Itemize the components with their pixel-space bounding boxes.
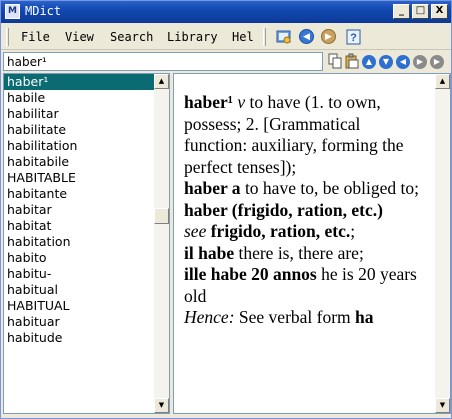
see-end: ; [350,221,356,241]
help-icon[interactable]: ? [345,28,363,46]
title-bar[interactable]: M MDict _ □ X [1,1,451,23]
word-list-item[interactable]: haber¹ [4,74,154,90]
menu-help[interactable]: Hel [232,30,256,44]
word-list-item[interactable]: habitual [4,282,154,298]
maximize-button[interactable]: □ [412,4,429,19]
menu-grip[interactable] [6,28,9,46]
phrase-haber-a: haber a [184,178,241,198]
phrase-haber-a-meaning: to have to, be obliged to; [240,178,419,198]
phrase-ille-habe: ille habe 20 annos [184,264,317,284]
search-input[interactable] [3,52,323,71]
word-list-item[interactable]: HABITABLE [4,170,154,186]
hence-label: Hence: [184,307,235,327]
toolbar-grip[interactable] [263,28,266,46]
word-list-item[interactable]: habitante [4,186,154,202]
defn-scroll-down-arrow-icon[interactable]: ▼ [435,398,450,413]
app-icon: M [5,4,20,19]
defn-scroll-up-arrow-icon[interactable]: ▲ [435,74,450,89]
mdict-window: M MDict _ □ X File View Search Library H… [0,0,452,419]
scroll-thumb[interactable] [154,208,169,224]
up-icon[interactable]: ▲ [362,55,376,69]
see-link[interactable]: frigido, ration, etc. [211,221,350,241]
next-icon[interactable]: ▶ [413,55,427,69]
word-list: haber¹ habile habilitar habilitate habilitat… [4,74,154,346]
word-list-item[interactable]: habitu- [4,266,154,282]
back-icon[interactable]: ◀ [299,29,314,44]
phrase-il-habe: il habe [184,242,235,263]
scroll-up-arrow-icon[interactable]: ▲ [154,74,169,89]
word-list-item[interactable]: habitat [4,218,154,234]
see-label: see [184,221,207,241]
prev-icon[interactable]: ◀ [396,55,410,69]
scroll-down-arrow-icon[interactable]: ▼ [154,398,169,413]
close-button[interactable]: X [431,4,448,19]
word-list-item[interactable]: habilitation [4,138,154,154]
word-list-item[interactable]: HABITUAL [4,298,154,314]
menu-view[interactable]: View [65,30,94,44]
word-list-item[interactable]: habitar [4,202,154,218]
word-list-panel: haber¹ habile habilitar habilitate habilitat… [3,73,170,414]
dictionary-icon[interactable] [275,28,293,46]
word-list-item[interactable]: habilitar [4,106,154,122]
word-list-scrollbar[interactable]: ▲ ▼ [154,74,169,413]
word-list-item[interactable]: habile [4,90,154,106]
word-list-item[interactable]: habitation [4,234,154,250]
window-title: MDict [25,4,62,18]
word-list-item[interactable]: habito [4,250,154,266]
paste-icon[interactable] [345,53,359,69]
hence-text: See verbal form [234,307,356,327]
entry-headword: haber¹ [184,92,233,112]
menu-bar: File View Search Library Hel ◀ ▶ ? [1,24,451,50]
forward-icon[interactable]: ▶ [321,29,336,44]
menu-file[interactable]: File [21,30,50,44]
last-icon[interactable]: ▶ [430,55,444,69]
definition-panel: haber¹ v to have (1. to own, possess; 2.… [173,73,451,414]
minimize-button[interactable]: _ [393,4,410,19]
down-icon[interactable]: ▼ [379,55,393,69]
part-of-speech: v [237,92,246,112]
definition-text: haber¹ v to have (1. to own, possess; 2.… [184,92,426,329]
hence-link[interactable]: ha [355,307,373,327]
word-list-item[interactable]: habilitate [4,122,154,138]
phrase-haber-frigido: haber (frigido, ration, etc.) [184,199,383,220]
word-list-item[interactable]: habituar [4,314,154,330]
menu-library[interactable]: Library [167,30,218,44]
phrase-il-habe-meaning: there is, there are; [234,242,364,263]
word-list-item[interactable]: habitabile [4,154,154,170]
copy-icon[interactable] [328,53,342,69]
word-list-item[interactable]: habitude [4,330,154,346]
menu-search[interactable]: Search [110,30,153,44]
svg-text:?: ? [350,32,357,44]
definition-scrollbar[interactable]: ▲ ▼ [435,74,450,413]
search-row: ▲ ▼ ◀ ▶ ▶ [1,51,451,73]
